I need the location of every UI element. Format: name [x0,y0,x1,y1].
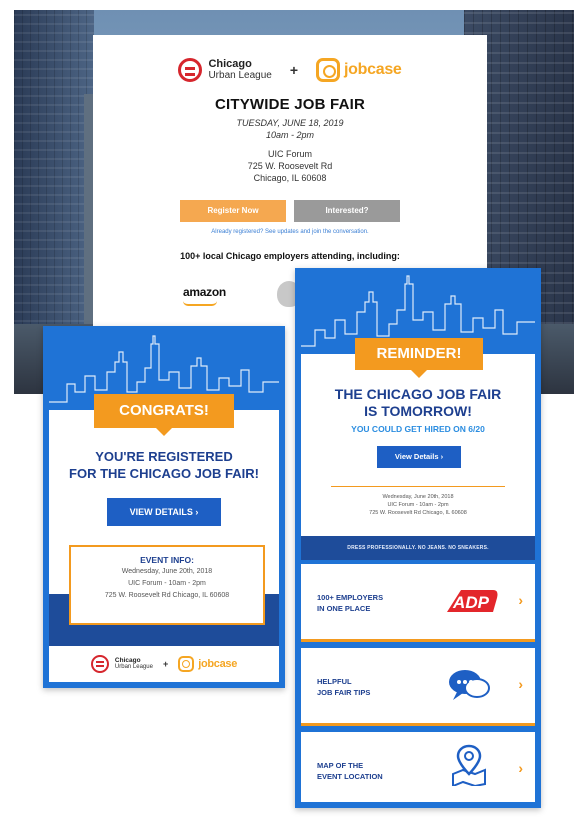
chat-bubbles-icon [449,670,490,700]
reminder-headline-line2: IS TOMORROW! [364,403,472,419]
event-info-line3: 725 W. Roosevelt Rd Chicago, IL 60608 [104,592,230,599]
already-registered-link[interactable]: Already registered? See updates and join… [93,229,487,235]
chevron-right-icon[interactable]: › [518,760,523,776]
divider [331,486,505,487]
employers-attending-heading: 100+ local Chicago employers attending, … [180,251,400,261]
event-info-line2: UIC Forum - 10am - 2pm [128,580,206,587]
event-info-line1: Wednesday, June 20th, 2018 [121,568,213,575]
fair-date: TUESDAY, JUNE 18, 2019 [236,118,344,128]
venue-city: Chicago, IL 60608 [253,173,327,183]
interested-button[interactable]: Interested? [294,200,400,222]
tile-employers-label: 100+ EMPLOYERS IN ONE PLACE [317,593,384,613]
congrats-email: CONGRATS! YOU'RE REGISTERED FOR THE CHIC… [43,326,285,688]
amazon-logo: amazon [183,285,226,299]
reminder-headline-line1: THE CHICAGO JOB FAIR [334,386,502,402]
map-pin-icon [452,744,486,786]
registered-headline-line2: FOR THE CHICAGO JOB FAIR! [69,466,259,481]
jobcase-name: jobcase [198,658,238,670]
cul-name-line2: Urban League [114,664,153,670]
view-details-button[interactable]: VIEW DETAILS › [107,498,221,526]
view-details-button[interactable]: View Details › [377,446,461,468]
plus-sign: + [162,659,169,669]
reminder-info-line1: Wednesday, June 20th, 2018 [382,494,454,500]
congrats-banner: CONGRATS! [94,394,234,436]
reminder-subline: YOU COULD GET HIRED ON 6/20 [351,424,485,434]
dress-code-note: DRESS PROFESSIONALLY. NO JEANS. NO SNEAK… [301,536,535,560]
register-now-button[interactable]: Register Now [180,200,286,222]
fair-time: 10am - 2pm [265,130,315,140]
venue-street: 725 W. Roosevelt Rd [247,161,333,171]
jobcase-logo: jobcase [178,656,237,672]
jobcase-mark-icon [178,656,195,672]
tile-event-map[interactable]: MAP OF THE EVENT LOCATION › [301,732,535,802]
jobcase-logo: jobcase [316,58,402,82]
tile-job-fair-tips[interactable]: HELPFUL JOB FAIR TIPS › [301,648,535,726]
cul-mark-icon [90,655,109,673]
chevron-right-icon[interactable]: › [518,592,523,608]
reminder-info-line2: UIC Forum - 10am - 2pm [387,502,449,508]
registered-headline-line1: YOU'RE REGISTERED [95,449,233,464]
cul-name-line1: Chicago [208,58,252,70]
jobcase-mark-icon [316,58,341,82]
event-info-heading: EVENT INFO: [140,555,194,565]
chevron-right-icon[interactable]: › [518,676,523,692]
reminder-event-info: Wednesday, June 20th, 2018 UIC Forum - 1… [301,493,535,517]
plus-sign: + [289,62,299,78]
tile-employers[interactable]: 100+ EMPLOYERS IN ONE PLACE ADP › [301,564,535,642]
cul-name-line2: Urban League [208,70,272,81]
event-info-box: EVENT INFO: Wednesday, June 20th, 2018 U… [69,545,265,625]
adp-logo: ADP [447,590,498,612]
reminder-info-line3: 725 W. Roosevelt Rd Chicago, IL 60608 [369,510,467,516]
partner-logos: Chicago Urban League + jobcase [93,53,487,87]
reminder-banner: REMINDER! [355,338,483,378]
cul-name-line1: Chicago [114,657,141,664]
tile-map-label: MAP OF THE EVENT LOCATION [317,761,383,781]
venue-address: UIC Forum 725 W. Roosevelt Rd Chicago, I… [93,148,487,184]
amazon-smile-icon [183,301,217,306]
venue-name: UIC Forum [267,149,312,159]
registered-headline: YOU'RE REGISTERED FOR THE CHICAGO JOB FA… [49,448,279,482]
cul-mark-icon [178,58,203,82]
reminder-email: REMINDER! THE CHICAGO JOB FAIR IS TOMORR… [295,268,541,808]
fair-title: CITYWIDE JOB FAIR [214,96,366,113]
chicago-urban-league-logo: Chicago Urban League [178,58,272,82]
svg-text:ADP: ADP [452,593,490,612]
reminder-headline: THE CHICAGO JOB FAIR IS TOMORROW! [301,386,535,420]
chicago-urban-league-logo: Chicago Urban League [90,655,153,673]
jobcase-name: jobcase [344,61,402,78]
congrats-footer-logos: Chicago Urban League + jobcase [49,646,279,682]
tile-tips-label: HELPFUL JOB FAIR TIPS [317,677,371,697]
